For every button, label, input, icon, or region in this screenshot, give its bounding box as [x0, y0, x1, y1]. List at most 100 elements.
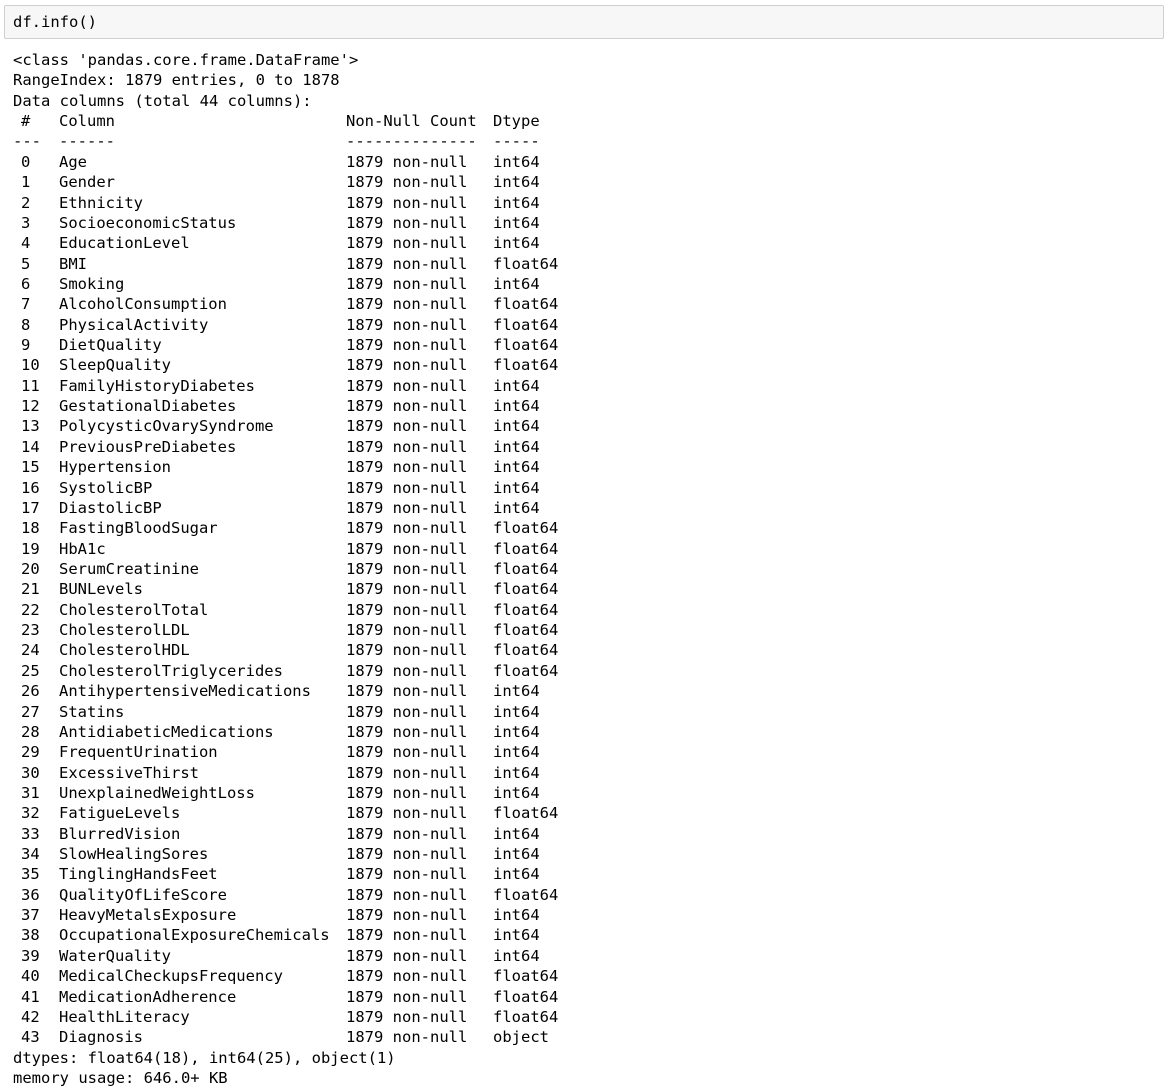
row-dtype: float64 — [493, 600, 559, 619]
table-row: 17 DiastolicBP 1879 non-null int64 — [13, 498, 1163, 518]
row-column-name: Hypertension — [59, 458, 171, 477]
row-non-null-count: 1879 non-null — [346, 824, 468, 843]
table-row: 43 Diagnosis 1879 non-null object — [13, 1027, 1163, 1047]
row-non-null-count: 1879 non-null — [346, 315, 468, 334]
table-row: 9 DietQuality 1879 non-null float64 — [13, 335, 1163, 355]
row-non-null-count: 1879 non-null — [346, 152, 468, 171]
separator-count: -------------- — [346, 132, 477, 151]
row-dtype: int64 — [493, 845, 540, 864]
row-column-name: FatigueLevels — [59, 804, 181, 823]
row-column-name: MedicalCheckupsFrequency — [59, 967, 283, 986]
table-row: 20 SerumCreatinine 1879 non-null float64 — [13, 559, 1163, 579]
row-non-null-count: 1879 non-null — [346, 356, 468, 375]
table-row: 23 CholesterolLDL 1879 non-null float64 — [13, 620, 1163, 640]
row-column-name: CholesterolTotal — [59, 600, 209, 619]
table-row: 12 GestationalDiabetes 1879 non-null int64 — [13, 396, 1163, 416]
code-input-cell[interactable]: df.info() — [4, 5, 1164, 39]
row-dtype: int64 — [493, 458, 540, 477]
row-index: 12 — [21, 397, 40, 416]
table-row: 16 SystolicBP 1879 non-null int64 — [13, 478, 1163, 498]
row-index: 14 — [21, 437, 40, 456]
output-class-line: <class 'pandas.core.frame.DataFrame'> — [13, 51, 359, 69]
row-index: 35 — [21, 865, 40, 884]
header-column: Column — [59, 112, 115, 131]
row-dtype: int64 — [493, 376, 540, 395]
row-index: 29 — [21, 743, 40, 762]
row-index: 17 — [21, 498, 40, 517]
row-dtype: float64 — [493, 580, 559, 599]
row-index: 6 — [21, 274, 31, 293]
table-row: 10 SleepQuality 1879 non-null float64 — [13, 355, 1163, 375]
table-row: 42 HealthLiteracy 1879 non-null float64 — [13, 1007, 1163, 1027]
row-index: 23 — [21, 621, 40, 640]
row-non-null-count: 1879 non-null — [346, 539, 468, 558]
row-column-name: TinglingHandsFeet — [59, 865, 218, 884]
row-index: 37 — [21, 906, 40, 925]
row-column-name: DietQuality — [59, 336, 162, 355]
table-row: 26 AntihypertensiveMedications 1879 non-nu… — [13, 681, 1163, 701]
row-column-name: FastingBloodSugar — [59, 519, 218, 538]
row-column-name: Statins — [59, 702, 125, 721]
table-row: 22 CholesterolTotal 1879 non-null float64 — [13, 600, 1163, 620]
row-dtype: int64 — [493, 824, 540, 843]
row-column-name: EducationLevel — [59, 234, 190, 253]
row-column-name: Diagnosis — [59, 1028, 143, 1047]
row-dtype: float64 — [493, 885, 559, 904]
row-non-null-count: 1879 non-null — [346, 274, 468, 293]
row-index: 30 — [21, 763, 40, 782]
row-dtype: float64 — [493, 661, 559, 680]
table-row: 2 Ethnicity 1879 non-null int64 — [13, 193, 1163, 213]
row-non-null-count: 1879 non-null — [346, 722, 468, 741]
row-dtype: int64 — [493, 926, 540, 945]
row-index: 25 — [21, 661, 40, 680]
row-non-null-count: 1879 non-null — [346, 397, 468, 416]
row-index: 24 — [21, 641, 40, 660]
code-input-text[interactable]: df.info() — [13, 13, 97, 31]
table-header: # Column Non-Null Count Dtype — [13, 111, 1163, 131]
row-index: 22 — [21, 600, 40, 619]
row-dtype: int64 — [493, 397, 540, 416]
table-row: 19 HbA1c 1879 non-null float64 — [13, 539, 1163, 559]
row-index: 21 — [21, 580, 40, 599]
row-non-null-count: 1879 non-null — [346, 845, 468, 864]
row-dtype: float64 — [493, 356, 559, 375]
row-column-name: QualityOfLifeScore — [59, 885, 227, 904]
output-data-columns: Data columns (total 44 columns): — [13, 91, 312, 110]
row-column-name: CholesterolTriglycerides — [59, 661, 283, 680]
row-index: 34 — [21, 845, 40, 864]
row-index: 43 — [21, 1028, 40, 1047]
row-non-null-count: 1879 non-null — [346, 763, 468, 782]
header-dtype: Dtype — [493, 112, 540, 131]
row-non-null-count: 1879 non-null — [346, 641, 468, 660]
row-column-name: PolycysticOvarySyndrome — [59, 417, 274, 436]
row-index: 20 — [21, 559, 40, 578]
table-row: 25 CholesterolTriglycerides 1879 non-null f… — [13, 661, 1163, 681]
row-non-null-count: 1879 non-null — [346, 783, 468, 802]
row-non-null-count: 1879 non-null — [346, 213, 468, 232]
table-row: 27 Statins 1879 non-null int64 — [13, 702, 1163, 722]
row-non-null-count: 1879 non-null — [346, 946, 468, 965]
table-row: 0 Age 1879 non-null int64 — [13, 152, 1163, 172]
row-non-null-count: 1879 non-null — [346, 254, 468, 273]
header-count: Non-Null Count — [346, 112, 477, 131]
table-row: 36 QualityOfLifeScore 1879 non-null float64 — [13, 885, 1163, 905]
table-row: 33 BlurredVision 1879 non-null int64 — [13, 824, 1163, 844]
table-row: 6 Smoking 1879 non-null int64 — [13, 274, 1163, 294]
row-dtype: float64 — [493, 295, 559, 314]
row-non-null-count: 1879 non-null — [346, 926, 468, 945]
row-index: 42 — [21, 1007, 40, 1026]
table-row: 34 SlowHealingSores 1879 non-null int64 — [13, 844, 1163, 864]
row-dtype: int64 — [493, 763, 540, 782]
row-column-name: BUNLevels — [59, 580, 143, 599]
row-dtype: int64 — [493, 152, 540, 171]
row-dtype: float64 — [493, 559, 559, 578]
table-row: 40 MedicalCheckupsFrequency 1879 non-null f… — [13, 966, 1163, 986]
table-row: 29 FrequentUrination 1879 non-null int64 — [13, 742, 1163, 762]
row-index: 8 — [21, 315, 31, 334]
row-non-null-count: 1879 non-null — [346, 458, 468, 477]
table-row: 24 CholesterolHDL 1879 non-null float64 — [13, 640, 1163, 660]
table-row: 37 HeavyMetalsExposure 1879 non-null int64 — [13, 905, 1163, 925]
row-dtype: int64 — [493, 865, 540, 884]
table-row: 11 FamilyHistoryDiabetes 1879 non-null int6… — [13, 376, 1163, 396]
cell-output: <class 'pandas.core.frame.DataFrame'> Ra… — [13, 50, 1163, 1088]
